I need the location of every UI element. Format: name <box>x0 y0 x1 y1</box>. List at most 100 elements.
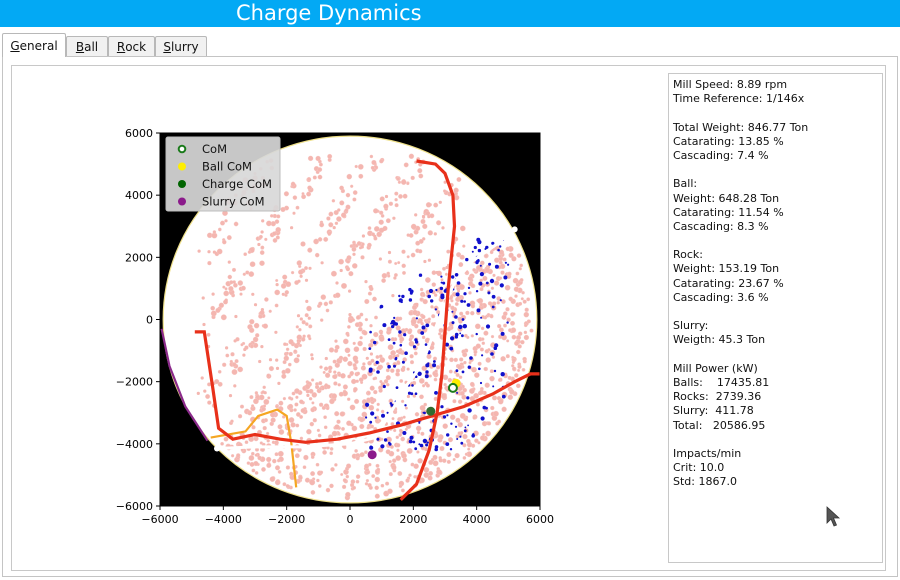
rock-particle <box>249 461 255 467</box>
rock-particle <box>458 262 464 268</box>
tab-rock[interactable]: Rock <box>108 36 155 56</box>
rock-particle <box>382 227 386 232</box>
rock-particle <box>415 302 419 306</box>
rock-particle <box>362 362 366 366</box>
rock-particle <box>472 268 476 272</box>
rock-particle <box>262 323 269 329</box>
slurry-weight: Weigth: 45.3 Ton <box>673 333 766 347</box>
ball-particle <box>456 281 461 285</box>
rock-particle <box>347 360 353 367</box>
rock-particle <box>397 180 402 184</box>
rock-particle <box>376 402 380 407</box>
rock-particle <box>280 206 286 213</box>
rock-particle <box>306 305 312 312</box>
rock-particle <box>412 309 418 316</box>
ball-particle <box>389 402 393 405</box>
rock-particle <box>507 375 512 380</box>
rock-particle <box>469 381 475 387</box>
rock-particle <box>457 364 463 370</box>
rock-particle <box>434 293 438 297</box>
rock-particle <box>355 474 361 479</box>
ball-particle <box>499 283 504 288</box>
charge-plot: −6000 −4000 −2000 0 2000 4000 6000 −6000 −4000 −2… <box>100 120 560 530</box>
rock-particle <box>398 316 403 321</box>
rock-particle <box>345 266 351 272</box>
rock-particle <box>311 392 318 398</box>
rock-particle <box>429 213 435 219</box>
rock-particle <box>394 198 398 202</box>
rock-particle <box>334 411 340 417</box>
rock-particle <box>380 214 385 218</box>
rock-particle <box>318 402 324 407</box>
rock-particle <box>442 423 448 429</box>
rock-particle <box>223 290 230 297</box>
ball-particle <box>488 262 492 266</box>
ball-particle <box>476 237 481 242</box>
rock-particle <box>477 361 482 366</box>
rock-particle <box>362 366 366 371</box>
rock-particle <box>462 443 467 448</box>
ball-particle <box>390 319 396 325</box>
rock-particle <box>310 471 316 477</box>
rock-particle <box>230 419 234 423</box>
rock-particle <box>492 273 496 278</box>
rock-particle <box>321 405 326 410</box>
ball-particle <box>473 245 477 250</box>
rock-particle <box>418 249 423 254</box>
rock-particle <box>442 189 447 193</box>
rock-particle <box>393 276 397 280</box>
ball-particle <box>446 433 450 437</box>
rock-particle <box>262 404 267 408</box>
rock-particle <box>233 384 237 388</box>
rock-particle <box>239 404 245 409</box>
rock-particle <box>500 356 506 362</box>
ball-particle <box>479 272 484 277</box>
ball-particle <box>460 299 464 303</box>
rock-particle <box>346 463 352 469</box>
rock-particle <box>406 233 410 237</box>
rock-particle <box>435 365 441 370</box>
rock-particle <box>266 456 272 463</box>
tab-slurry[interactable]: Slurry <box>155 36 207 56</box>
ball-particle <box>383 438 388 442</box>
rock-particle <box>422 223 428 230</box>
rock-particle <box>427 230 433 236</box>
rock-particle <box>448 369 453 374</box>
rock-particle <box>220 220 225 226</box>
rock-particle <box>453 357 458 363</box>
rock-particle <box>454 302 459 306</box>
rock-particle <box>453 187 459 193</box>
rock-particle <box>400 436 406 442</box>
rock-particle <box>277 424 283 430</box>
rock-particle <box>332 374 338 380</box>
rock-particle <box>309 479 316 486</box>
rock-particle <box>410 223 417 230</box>
rock-particle <box>302 334 306 338</box>
rock-particle <box>457 316 463 322</box>
rock-particle <box>374 476 381 483</box>
rock-particle <box>450 299 454 303</box>
tab-general[interactable]: General <box>2 33 66 57</box>
rock-particle <box>462 244 466 248</box>
ball-particle <box>387 364 391 369</box>
rock-particle <box>454 452 460 459</box>
tab-ball[interactable]: Ball <box>66 36 108 56</box>
rock-particle <box>310 455 315 459</box>
ball-particle <box>418 273 423 277</box>
mill-speed: Mill Speed: 8.89 rpm <box>673 78 788 91</box>
rock-particle <box>277 381 281 385</box>
rock-particle <box>328 300 333 305</box>
rock-particle <box>207 260 212 266</box>
rock-particle <box>275 283 279 287</box>
rock-particle <box>386 383 390 387</box>
rock-particle <box>444 272 448 276</box>
ball-particle <box>374 416 377 419</box>
rock-particle <box>452 399 457 404</box>
rock-particle <box>474 372 480 378</box>
rock-particle <box>311 401 315 405</box>
rock-particle <box>220 441 224 446</box>
rock-particle <box>375 463 380 468</box>
tab-ball-label: all <box>84 39 99 54</box>
rock-particle <box>470 303 476 309</box>
rock-particle <box>390 337 395 342</box>
